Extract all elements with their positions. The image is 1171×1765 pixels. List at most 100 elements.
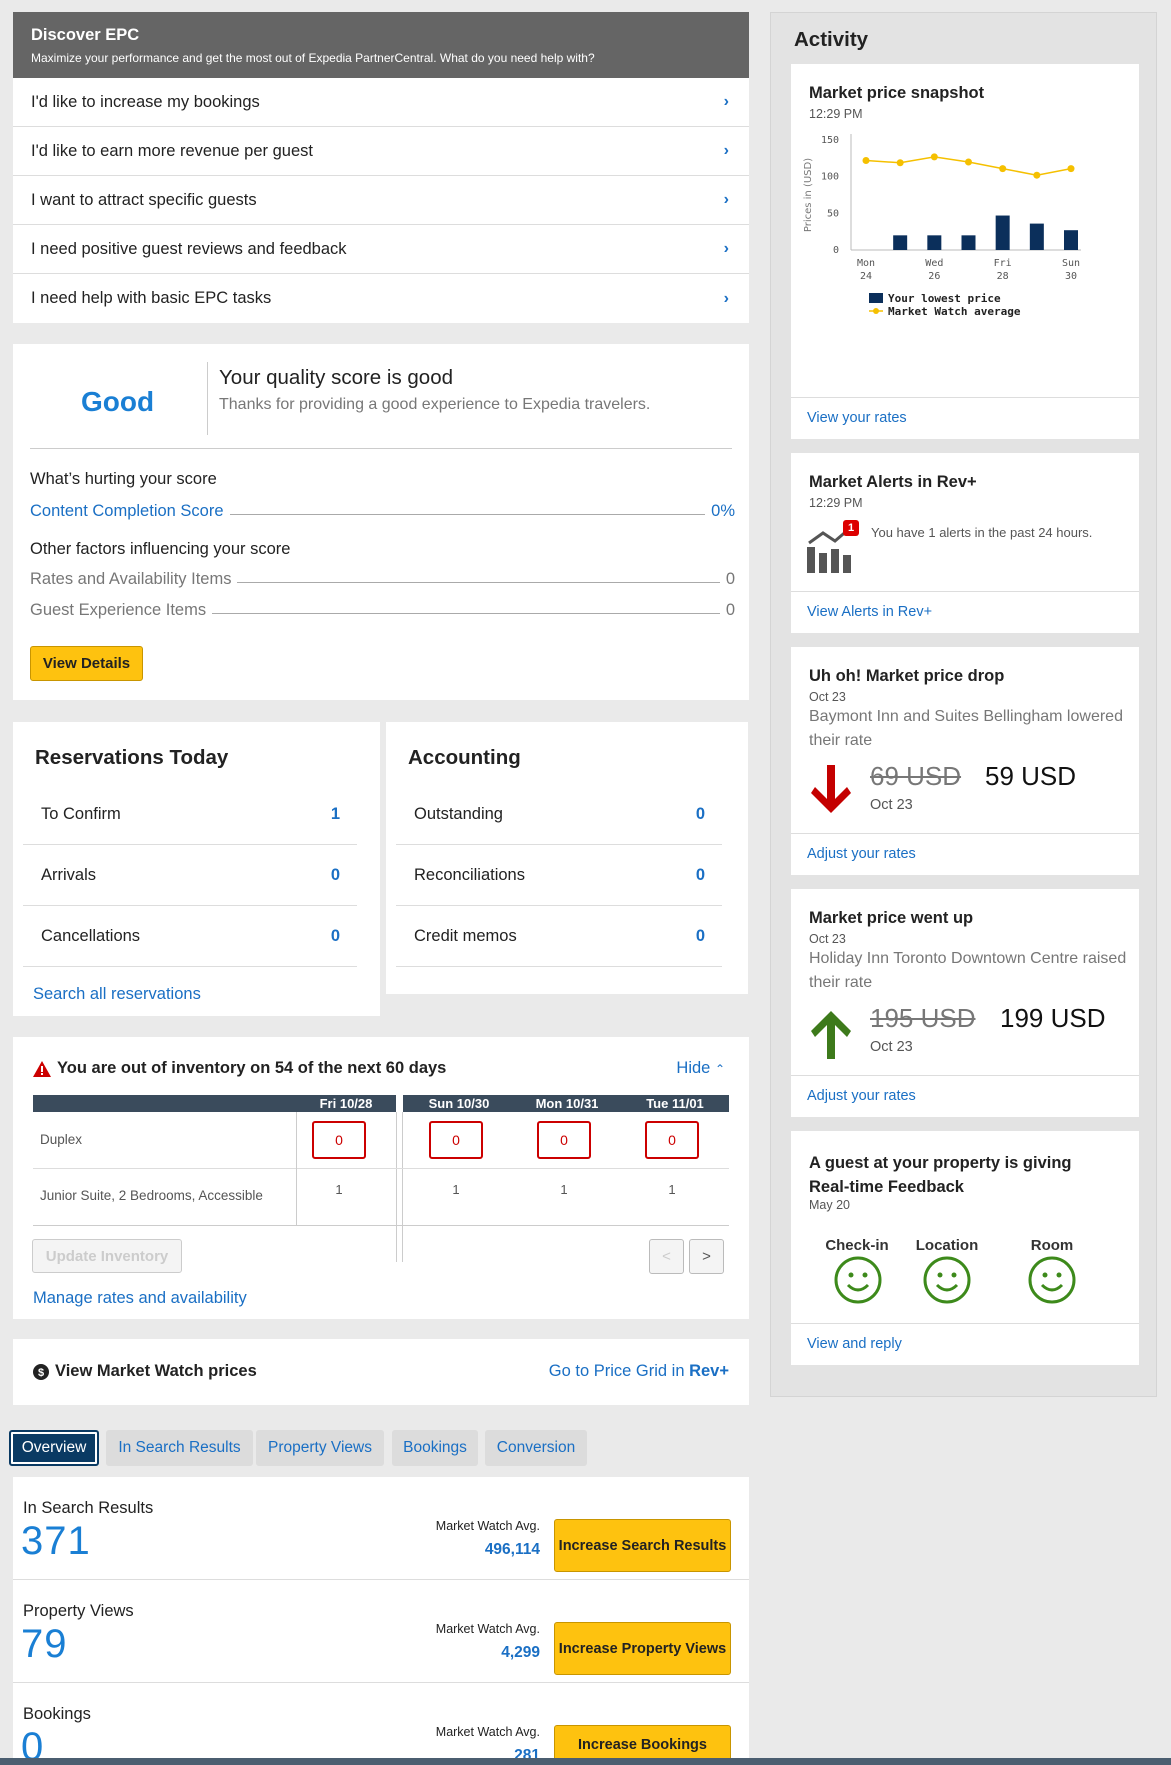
update-inventory-button[interactable]: Update Inventory [32, 1239, 182, 1273]
price-bar [1064, 230, 1078, 250]
divider [30, 448, 732, 449]
price-bar [961, 235, 976, 250]
market-average-point [1033, 171, 1041, 179]
market-watch-avg-label: Market Watch Avg. [435, 1725, 540, 1739]
activity-panel: Activity Market price snapshot 12:29 PM … [770, 12, 1157, 1397]
adjust-rates-link[interactable]: Adjust your rates [791, 833, 1139, 875]
inventory-value[interactable]: 1 [312, 1182, 366, 1197]
accounting-row-credit-memos[interactable]: Credit memos 0 [396, 906, 722, 967]
row-value[interactable]: 1 [331, 805, 340, 824]
stat-label: Property Views [23, 1602, 134, 1620]
market-average-point [896, 159, 904, 167]
inventory-input[interactable]: 0 [645, 1121, 699, 1159]
hide-toggle[interactable]: Hide ⌃ [676, 1059, 725, 1078]
up-title: Market price went up [809, 909, 974, 927]
price-grid-link-text: Go to Price Grid in [548, 1362, 685, 1380]
discover-item[interactable]: I want to attract specific guests › [13, 176, 749, 225]
inventory-value[interactable]: 1 [537, 1182, 591, 1197]
row-label: To Confirm [41, 804, 121, 823]
tab-property-views[interactable]: Property Views [256, 1430, 384, 1466]
accounting-title: Accounting [408, 746, 521, 769]
discover-item[interactable]: I need positive guest reviews and feedba… [13, 225, 749, 274]
market-price-drop-card: Uh oh! Market price drop Oct 23 Baymont … [791, 647, 1139, 875]
increase-property-views-button[interactable]: Increase Property Views [554, 1622, 731, 1675]
factor-value: 0 [725, 570, 735, 588]
date-header: Fri 10/28 [319, 1096, 373, 1111]
x-tick-label: 28 [997, 271, 1009, 282]
tab-bookings[interactable]: Bookings [392, 1430, 478, 1466]
x-tick-label: 30 [1065, 271, 1077, 282]
accounting-row-outstanding[interactable]: Outstanding 0 [396, 784, 722, 845]
y-axis-label: Prices in (USD) [803, 158, 814, 232]
discover-item-label: I need positive guest reviews and feedba… [31, 239, 347, 258]
up-description: Holiday Inn Toronto Downtown Centre rais… [809, 950, 1127, 991]
inventory-value[interactable]: 1 [645, 1182, 699, 1197]
row-value[interactable]: 0 [696, 927, 705, 946]
alert-count-badge: 1 [843, 520, 859, 536]
tab-conversion[interactable]: Conversion [485, 1430, 587, 1466]
x-tick-label: Wed [925, 258, 943, 269]
inventory-divider [396, 1112, 403, 1262]
alerts-text: You have 1 alerts in the past 24 hours. [871, 525, 1093, 540]
row-value[interactable]: 0 [331, 866, 340, 885]
reservation-row-to-confirm[interactable]: To Confirm 1 [23, 784, 357, 845]
next-page-button[interactable]: > [689, 1239, 724, 1274]
adjust-rates-link[interactable]: Adjust your rates [791, 1075, 1139, 1117]
alerts-time: 12:29 PM [809, 496, 863, 510]
tab-overview[interactable]: Overview [9, 1430, 99, 1466]
reservation-row-cancellations[interactable]: Cancellations 0 [23, 906, 357, 967]
leader-line [229, 514, 706, 515]
price-date: Oct 23 [870, 797, 913, 813]
view-alerts-link[interactable]: View Alerts in Rev+ [791, 591, 1139, 633]
increase-search-results-button[interactable]: Increase Search Results [554, 1519, 731, 1572]
reservations-title: Reservations Today [35, 746, 229, 769]
new-price: 199 USD [1000, 1003, 1106, 1033]
row-value[interactable]: 0 [696, 866, 705, 885]
x-tick-label: Sun [1062, 258, 1080, 269]
tab-in-search-results[interactable]: In Search Results [106, 1430, 253, 1466]
price-grid-link[interactable]: Go to Price Grid in Rev+ [549, 1362, 729, 1381]
drop-title: Uh oh! Market price drop [809, 667, 1005, 685]
row-label: Arrivals [41, 865, 97, 884]
legend-label: Your lowest price [888, 292, 1001, 305]
manage-rates-link[interactable]: Manage rates and availability [33, 1289, 247, 1308]
snapshot-time: 12:29 PM [809, 107, 863, 121]
inventory-input[interactable]: 0 [312, 1121, 366, 1159]
prev-page-button[interactable]: < [649, 1239, 684, 1274]
stat-row-bookings: Bookings 0 Market Watch Avg. 281 Increas… [13, 1683, 749, 1765]
alerts-title: Market Alerts in Rev+ [809, 473, 977, 491]
market-watch-label: $ View Market Watch prices [33, 1362, 257, 1381]
row-value[interactable]: 0 [696, 805, 705, 824]
discover-item[interactable]: I'd like to earn more revenue per guest › [13, 127, 749, 176]
inventory-warning: You are out of inventory on 54 of the ne… [33, 1059, 446, 1078]
reservation-row-arrivals[interactable]: Arrivals 0 [23, 845, 357, 906]
leader-line [212, 613, 720, 614]
row-label: Credit memos [414, 926, 517, 945]
inventory-input[interactable]: 0 [537, 1121, 591, 1159]
inventory-value[interactable]: 1 [429, 1182, 483, 1197]
old-price: 195 USD [870, 1003, 976, 1033]
up-date: Oct 23 [809, 932, 846, 946]
price-bar [893, 235, 908, 250]
row-value[interactable]: 0 [331, 927, 340, 946]
new-price: 59 USD [985, 761, 1077, 791]
view-and-reply-link[interactable]: View and reply [791, 1323, 1139, 1365]
x-tick-label: 26 [928, 271, 940, 282]
stat-value: 79 [21, 1622, 68, 1666]
discover-item[interactable]: I need help with basic EPC tasks › [13, 274, 749, 323]
discover-item-label: I'd like to increase my bookings [31, 92, 260, 111]
price-chart: 150 100 50 0 Prices in (USD) Mon 24 Wed 26 Fri 28 S… [803, 134, 1081, 318]
drop-date: Oct 23 [809, 690, 846, 704]
leader-line [237, 582, 720, 583]
content-completion-row[interactable]: Content Completion Score 0% [30, 502, 735, 521]
arrow-down-icon [811, 765, 851, 813]
x-tick-label: Mon [857, 258, 875, 269]
view-rates-link[interactable]: View your rates [791, 397, 1139, 439]
factor-value: 0 [725, 601, 735, 619]
content-completion-link[interactable]: Content Completion Score [30, 502, 224, 521]
view-details-button[interactable]: View Details [30, 646, 143, 681]
accounting-row-reconciliations[interactable]: Reconciliations 0 [396, 845, 722, 906]
inventory-input[interactable]: 0 [429, 1121, 483, 1159]
discover-item[interactable]: I'd like to increase my bookings › [13, 78, 749, 127]
search-reservations-link[interactable]: Search all reservations [33, 985, 201, 1004]
